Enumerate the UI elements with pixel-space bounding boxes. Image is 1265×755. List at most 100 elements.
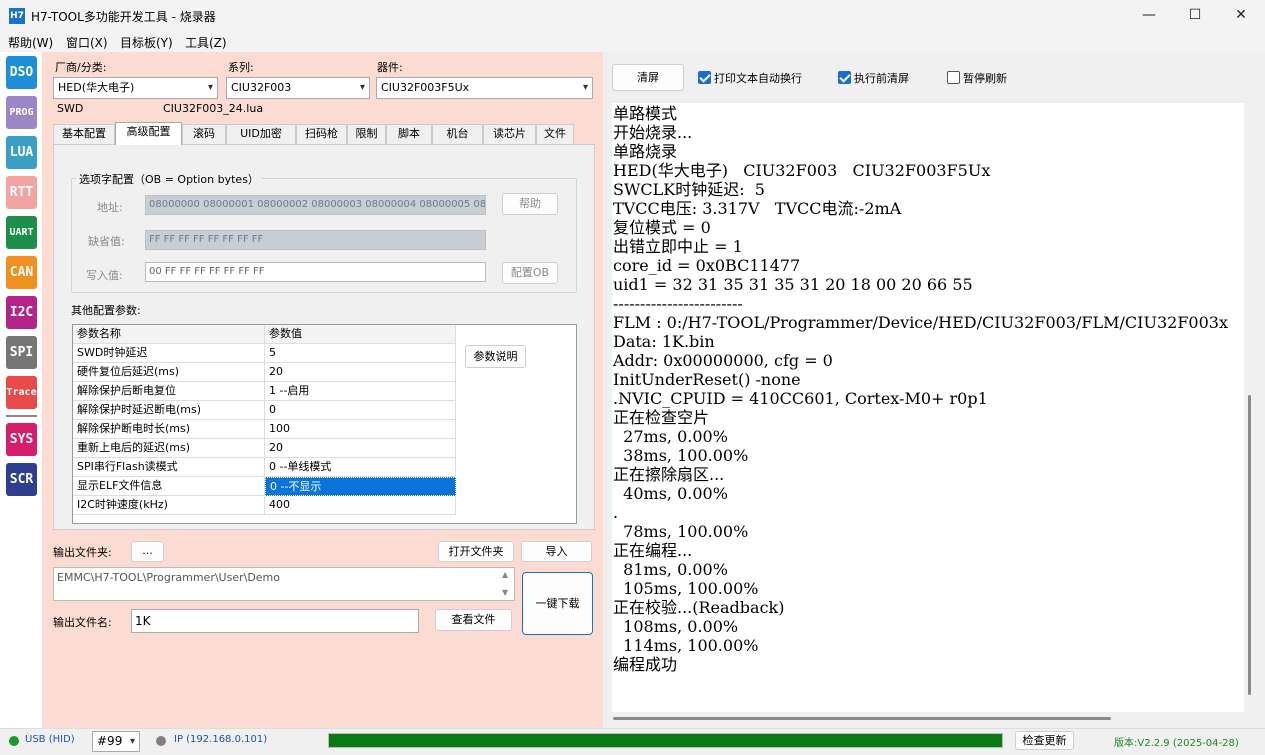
menu-window[interactable]: 窗口(X) bbox=[66, 34, 108, 51]
tab-file[interactable]: 文件 bbox=[536, 124, 574, 144]
tab-scanner[interactable]: 扫码枪 bbox=[296, 124, 347, 144]
table-row[interactable]: I2C时钟速度(kHz) 400 bbox=[73, 496, 456, 515]
log-line: InitUnderReset() -none bbox=[613, 370, 801, 389]
table-row[interactable]: 解除保护时延迟断电(ms) 0 bbox=[73, 401, 456, 420]
log-line: Data: 1K.bin bbox=[613, 332, 715, 351]
tab-basic-config[interactable]: 基本配置 bbox=[53, 124, 115, 144]
vertical-scrollbar[interactable] bbox=[1248, 395, 1251, 695]
output-filename-field[interactable]: 1K bbox=[131, 609, 419, 633]
ob-help-button[interactable]: 帮助 bbox=[502, 193, 558, 215]
clear-screen-button[interactable]: 清屏 bbox=[612, 64, 684, 91]
tab-script[interactable]: 脚本 bbox=[386, 124, 432, 144]
ip-status-label: IP (192.168.0.101) bbox=[174, 734, 268, 745]
word-wrap-checkbox[interactable] bbox=[698, 71, 711, 84]
open-folder-button[interactable]: 打开文件夹 bbox=[438, 541, 514, 562]
one-click-download-button[interactable]: 一键下载 bbox=[522, 572, 593, 635]
log-line: uid1 = 32 31 35 31 35 31 20 18 00 20 66 … bbox=[613, 275, 973, 294]
log-line: 开始烧录... bbox=[613, 123, 693, 142]
ob-default-label: 缺省值: bbox=[88, 235, 125, 248]
output-path-field[interactable]: EMMC\H7-TOOL\Programmer\User\Demo bbox=[53, 567, 515, 601]
log-line: 正在擦除扇区... bbox=[613, 465, 725, 484]
scroll-up-icon[interactable]: ▲ bbox=[502, 570, 508, 579]
tool-spi-button[interactable]: SPI bbox=[6, 336, 37, 369]
param-value[interactable]: 5 bbox=[265, 344, 456, 363]
table-row[interactable]: SPI串行Flash读模式 0 --单线模式 bbox=[73, 458, 456, 477]
maximize-button[interactable]: ☐ bbox=[1172, 0, 1218, 32]
tab-uid-encrypt[interactable]: UID加密 bbox=[226, 124, 296, 144]
horizontal-scrollbar[interactable] bbox=[613, 717, 1111, 720]
tool-uart-button[interactable]: UART bbox=[6, 216, 37, 249]
table-row[interactable]: 硬件复位后延迟(ms) 20 bbox=[73, 363, 456, 382]
param-value[interactable]: 20 bbox=[265, 439, 456, 458]
tool-sys-button[interactable]: SYS bbox=[6, 423, 37, 456]
tool-dso-button[interactable]: DSO bbox=[6, 56, 37, 89]
tab-rolling-code[interactable]: 滚码 bbox=[182, 124, 226, 144]
minimize-button[interactable]: — bbox=[1126, 0, 1172, 32]
table-row[interactable]: SWD时钟延迟 5 bbox=[73, 344, 456, 363]
param-value[interactable]: 0 bbox=[265, 401, 456, 420]
log-line: 正在校验...(Readback) bbox=[613, 598, 785, 617]
close-button[interactable]: ✕ bbox=[1218, 0, 1264, 32]
log-line: 105ms, 100.00% bbox=[613, 579, 759, 598]
view-file-button[interactable]: 查看文件 bbox=[435, 609, 512, 631]
configure-ob-button[interactable]: 配置OB bbox=[502, 262, 558, 284]
menu-help[interactable]: 帮助(W) bbox=[8, 34, 53, 51]
port-select[interactable]: #99 ▾ bbox=[92, 731, 140, 752]
table-row[interactable]: 解除保护后断电复位 1 --启用 bbox=[73, 382, 456, 401]
tool-rtt-button[interactable]: RTT bbox=[6, 176, 37, 209]
tool-lua-button[interactable]: LUA bbox=[6, 136, 37, 169]
app-logo: H7 bbox=[9, 8, 25, 24]
tab-read-chip[interactable]: 读芯片 bbox=[483, 124, 536, 144]
pause-refresh-checkbox[interactable] bbox=[947, 71, 960, 84]
tool-trace-button[interactable]: Trace bbox=[6, 376, 37, 409]
param-value-selected[interactable]: 0 --不显示 bbox=[265, 477, 456, 496]
config-tabs: 基本配置 高级配置 滚码 UID加密 扫码枪 限制 脚本 机台 读芯片 文件 bbox=[53, 122, 595, 145]
series-select[interactable]: CIU32F003 ▾ bbox=[226, 77, 370, 99]
param-value[interactable]: 20 bbox=[265, 363, 456, 382]
pause-refresh-label: 暂停刷新 bbox=[963, 72, 1007, 85]
device-value: CIU32F003F5Ux bbox=[381, 81, 470, 94]
tool-scr-button[interactable]: SCR bbox=[6, 463, 37, 496]
param-value[interactable]: 0 --单线模式 bbox=[265, 458, 456, 477]
table-row[interactable]: 显示ELF文件信息 0 --不显示 bbox=[73, 477, 456, 496]
import-button[interactable]: 导入 bbox=[521, 541, 592, 562]
param-name: 硬件复位后延迟(ms) bbox=[73, 363, 265, 382]
menu-target-board[interactable]: 目标板(Y) bbox=[120, 34, 173, 51]
tool-prog-button[interactable]: PROG bbox=[6, 96, 37, 129]
ob-write-label: 写入值: bbox=[86, 269, 123, 282]
ob-address-field: 08000000 08000001 08000002 08000003 0800… bbox=[145, 195, 486, 215]
param-value[interactable]: 400 bbox=[265, 496, 456, 515]
chevron-down-icon: ▾ bbox=[359, 82, 365, 93]
tab-machine[interactable]: 机台 bbox=[432, 124, 483, 144]
device-select[interactable]: CIU32F003F5Ux ▾ bbox=[376, 77, 593, 99]
vendor-select[interactable]: HED(华大电子) ▾ bbox=[53, 77, 218, 99]
menu-tools[interactable]: 工具(Z) bbox=[185, 34, 227, 51]
lua-file-label: CIU32F003_24.lua bbox=[163, 102, 264, 115]
table-row[interactable]: 解除保护断电时长(ms) 100 bbox=[73, 420, 456, 439]
tool-can-button[interactable]: CAN bbox=[6, 256, 37, 289]
ip-status-icon bbox=[156, 736, 166, 746]
param-explain-button[interactable]: 参数说明 bbox=[465, 345, 526, 368]
table-row[interactable]: 重新上电后的延迟(ms) 20 bbox=[73, 439, 456, 458]
clear-before-run-checkbox[interactable] bbox=[838, 71, 851, 84]
ob-write-field[interactable]: 00 FF FF FF FF FF FF FF bbox=[145, 262, 486, 282]
column-header-param-value: 参数值 bbox=[265, 325, 456, 344]
log-console[interactable]: 单路模式 开始烧录... 单路烧录 HED(华大电子) CIU32F003 CI… bbox=[612, 103, 1244, 712]
title-bar: H7 H7-TOOL多功能开发工具 - 烧录器 — ☐ ✕ bbox=[0, 0, 1265, 32]
log-line: 单路烧录 bbox=[613, 142, 678, 161]
param-value[interactable]: 100 bbox=[265, 420, 456, 439]
other-params-title: 其他配置参数: bbox=[71, 304, 141, 317]
tool-i2c-button[interactable]: I2C bbox=[6, 296, 37, 329]
log-line: 出错立即中止 = 1 bbox=[613, 237, 743, 256]
log-line: ------------------------ bbox=[613, 294, 743, 313]
tab-limit[interactable]: 限制 bbox=[347, 124, 386, 144]
tab-advanced-config[interactable]: 高级配置 bbox=[115, 122, 182, 145]
usb-status-icon bbox=[9, 736, 19, 746]
browse-folder-button[interactable]: ... bbox=[131, 541, 164, 562]
log-line: FLM : 0:/H7-TOOL/Programmer/Device/HED/C… bbox=[613, 313, 1228, 332]
log-line: Addr: 0x00000000, cfg = 0 bbox=[613, 351, 833, 370]
scroll-down-icon[interactable]: ▼ bbox=[502, 588, 508, 597]
log-line: 81ms, 0.00% bbox=[613, 560, 728, 579]
check-update-button[interactable]: 检查更新 bbox=[1015, 731, 1074, 750]
param-value[interactable]: 1 --启用 bbox=[265, 382, 456, 401]
